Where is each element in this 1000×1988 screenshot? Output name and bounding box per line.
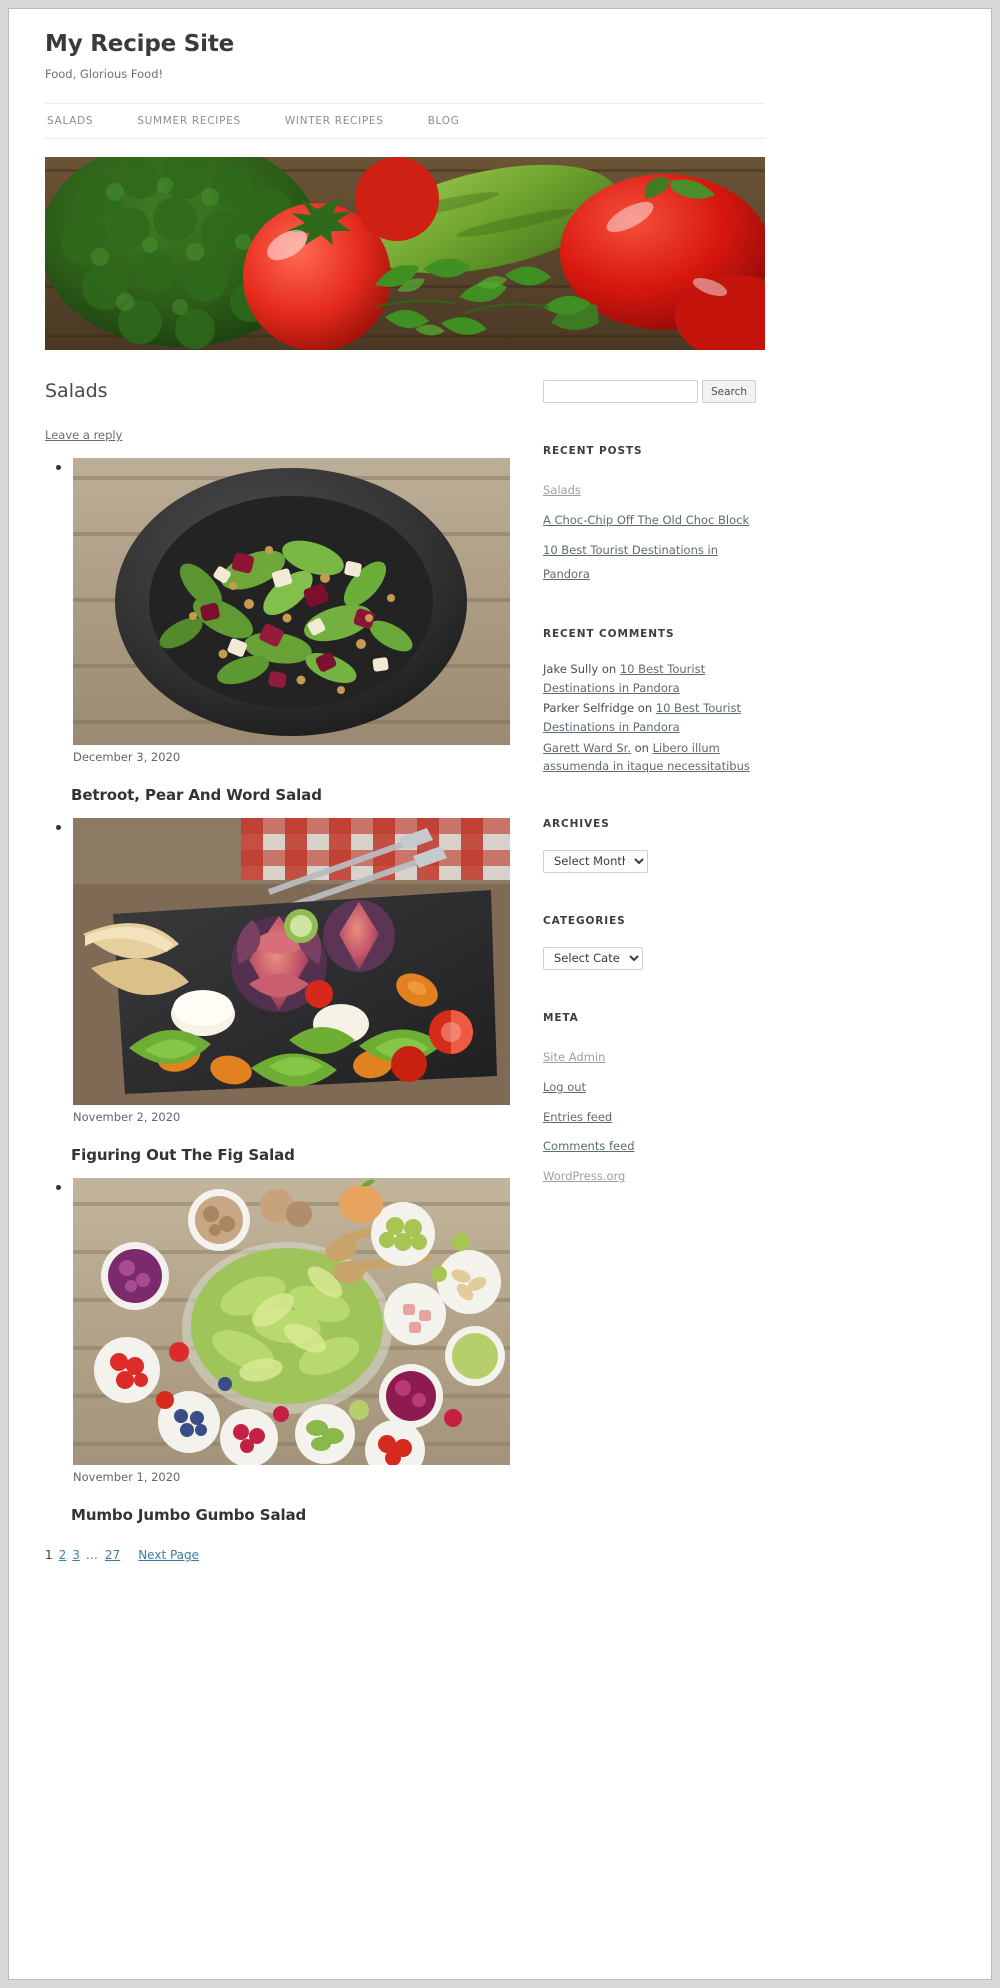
list-item: Log out [543, 1074, 765, 1099]
post-title[interactable]: Mumbo Jumbo Gumbo Salad [45, 1506, 513, 1524]
site-tagline: Food, Glorious Food! [45, 67, 164, 81]
list-item: Entries feed [543, 1104, 765, 1129]
site-title[interactable]: My Recipe Site [45, 31, 765, 57]
comment-item: Parker Selfridge on 10 Best Tourist Dest… [543, 699, 765, 736]
nav-item-summer-recipes[interactable]: SUMMER RECIPES [137, 115, 241, 127]
recent-post-link-choc-chip[interactable]: A Choc-Chip Off The Old Choc Block [543, 513, 749, 527]
meta-link-site-admin[interactable]: Site Admin [543, 1050, 605, 1064]
comment-on-word: on [637, 701, 653, 716]
list-item: Comments feed [543, 1133, 765, 1158]
categories-select[interactable]: Select Category [543, 946, 643, 970]
comment-author: Parker Selfridge [543, 701, 635, 716]
post-thumbnail-list [73, 1178, 513, 1465]
post-item: November 1, 2020 Mumbo Jumbo Gumbo Salad [45, 1178, 513, 1524]
sidebar: Search RECENT POSTS Salads A Choc-Chip O… [543, 380, 765, 1562]
recent-comments-widget: RECENT COMMENTS Jake Sully on 10 Best To… [543, 628, 765, 776]
widget-title-recent-posts: RECENT POSTS [543, 445, 643, 457]
primary-navigation: SALADS SUMMER RECIPES WINTER RECIPES BLO… [45, 103, 765, 139]
nav-item-salads[interactable]: SALADS [47, 115, 93, 127]
archives-select[interactable]: Select Month [543, 849, 648, 873]
browser-viewport: My Recipe Site Food, Glorious Food! SALA… [8, 8, 992, 1980]
widget-title-meta: META [543, 1011, 579, 1024]
post-title[interactable]: Betroot, Pear And Word Salad [45, 786, 513, 804]
widget-title-recent-comments: RECENT COMMENTS [543, 628, 675, 641]
comment-on-word: on [601, 662, 617, 677]
recent-posts-list: Salads A Choc-Chip Off The Old Choc Bloc… [543, 477, 765, 586]
post-thumbnail-image[interactable] [73, 1178, 510, 1465]
pagination-page-2[interactable]: 2 [59, 1548, 67, 1562]
recent-posts-widget: RECENT POSTS Salads A Choc-Chip Off The … [543, 445, 765, 586]
comment-author: Jake Sully [543, 662, 599, 677]
pagination-next-page[interactable]: Next Page [138, 1548, 199, 1562]
list-item: Site Admin [543, 1044, 765, 1069]
pagination: 1 2 3 … 27 Next Page [45, 1548, 513, 1562]
nav-item-blog[interactable]: BLOG [428, 115, 460, 127]
search-input[interactable] [543, 380, 698, 403]
list-item: WordPress.org [543, 1163, 765, 1188]
post-item: December 3, 2020 Betroot, Pear And Word … [45, 458, 513, 804]
list-item [73, 458, 513, 745]
search-button[interactable]: Search [702, 380, 757, 403]
meta-link-entries-feed[interactable]: Entries feed [543, 1110, 612, 1124]
comment-item: Garett Ward Sr. on Libero illum assumend… [543, 739, 765, 776]
widget-title-categories: CATEGORIES [543, 914, 626, 927]
recent-comments-list: Jake Sully on 10 Best Tourist Destinatio… [543, 660, 765, 776]
meta-link-wordpress-org[interactable]: WordPress.org [543, 1169, 625, 1183]
post-date: November 2, 2020 [73, 1110, 181, 1124]
post-thumbnail-image[interactable] [73, 458, 510, 745]
list-item: Salads [543, 477, 765, 502]
post-item: November 2, 2020 Figuring Out The Fig Sa… [45, 818, 513, 1164]
header-banner-image [45, 157, 765, 350]
post-date: December 3, 2020 [73, 750, 181, 764]
archives-widget: ARCHIVES Select Month [543, 818, 765, 873]
meta-widget: META Site Admin Log out Entries feed Com… [543, 1012, 765, 1188]
list-item [73, 818, 513, 1105]
page-root: My Recipe Site Food, Glorious Food! SALA… [9, 9, 991, 1562]
meta-list: Site Admin Log out Entries feed Comments… [543, 1044, 765, 1188]
meta-link-log-out[interactable]: Log out [543, 1080, 586, 1094]
widget-title-archives: ARCHIVES [543, 817, 610, 830]
list-item: A Choc-Chip Off The Old Choc Block [543, 507, 765, 532]
main-content: Salads Leave a reply • December 3, 2020 … [45, 380, 513, 1562]
pagination-page-last[interactable]: 27 [105, 1548, 120, 1562]
site-header: My Recipe Site Food, Glorious Food! [45, 31, 765, 81]
page-title: Salads [45, 380, 108, 402]
list-item [73, 1178, 513, 1465]
recent-post-link-salads[interactable]: Salads [543, 483, 581, 497]
pagination-ellipsis: … [85, 1548, 99, 1562]
search-form: Search [543, 380, 765, 403]
post-thumbnail-image[interactable] [73, 818, 510, 1105]
comment-on-word: on [634, 740, 649, 755]
post-date: November 1, 2020 [73, 1470, 181, 1484]
pagination-page-1: 1 [45, 1548, 53, 1562]
categories-widget: CATEGORIES Select Category [543, 915, 765, 970]
leave-a-reply-link[interactable]: Leave a reply [45, 428, 122, 442]
comment-item: Jake Sully on 10 Best Tourist Destinatio… [543, 660, 765, 697]
comment-author-link[interactable]: Garett Ward Sr. [543, 741, 631, 755]
list-item: 10 Best Tourist Destinations in Pandora [543, 537, 765, 587]
post-title[interactable]: Figuring Out The Fig Salad [45, 1146, 513, 1164]
post-thumbnail-list [73, 458, 513, 745]
pagination-page-3[interactable]: 3 [72, 1548, 80, 1562]
search-widget: Search [543, 380, 765, 403]
recent-post-link-pandora[interactable]: 10 Best Tourist Destinations in Pandora [543, 543, 718, 582]
post-thumbnail-list [73, 818, 513, 1105]
nav-item-winter-recipes[interactable]: WINTER RECIPES [285, 115, 384, 127]
meta-link-comments-feed[interactable]: Comments feed [543, 1139, 635, 1153]
